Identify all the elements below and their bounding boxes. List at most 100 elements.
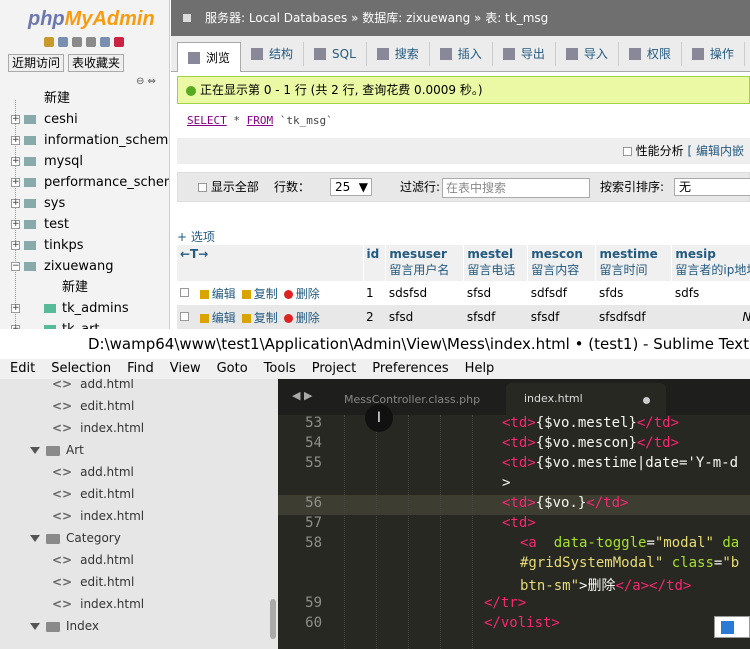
tree-item-label[interactable]: tinkps [44, 235, 84, 256]
expand-icon[interactable]: + [11, 304, 20, 313]
favorite-tables-button[interactable]: 表收藏夹 [68, 54, 125, 72]
expand-icon[interactable]: + [11, 199, 20, 208]
tab-nav-arrows[interactable]: ◀ ▶ [292, 389, 312, 402]
tree-item[interactable]: − zixuewang [0, 256, 169, 277]
tree-item[interactable]: + sys [0, 193, 169, 214]
sidebar-file[interactable]: <> edit.html [52, 483, 134, 505]
pma-logo[interactable]: phpMyAdmin [28, 8, 155, 31]
sidebar-folder[interactable]: Category [30, 527, 121, 549]
tree-item-label[interactable]: performance_schema [44, 172, 169, 193]
menu-project[interactable]: Project [302, 359, 362, 379]
tab-0[interactable]: 浏览 [177, 42, 242, 72]
sidebar-folder[interactable]: Art [30, 439, 84, 461]
copy-link[interactable]: 复制 [241, 311, 278, 325]
sql-keyword-select[interactable]: SELECT [187, 114, 227, 127]
row-checkbox[interactable] [180, 288, 189, 297]
tab-1[interactable]: 结构 [241, 42, 305, 66]
show-all[interactable]: 显示全部 [198, 173, 259, 201]
tree-item-label[interactable]: zixuewang [44, 256, 113, 277]
docs-icon[interactable] [86, 37, 96, 47]
tree-item-label[interactable]: mysql [44, 151, 83, 172]
table-cell[interactable]: 1 [363, 281, 386, 305]
logout-icon[interactable] [58, 37, 68, 47]
edit-link[interactable]: 编辑 [199, 287, 236, 301]
sidebar-file[interactable]: <> index.html [52, 505, 144, 527]
filter-input[interactable]: 在表中搜索 [442, 178, 590, 198]
tree-item[interactable]: +tk_art [0, 319, 169, 329]
help-icon[interactable] [72, 37, 82, 47]
column-header[interactable]: mesip 留言者的ip地址 [671, 245, 750, 281]
delete-link[interactable]: 删除 [283, 287, 320, 301]
table-cell[interactable]: sfsdf [527, 305, 596, 329]
tree-item-label[interactable]: 新建 [62, 277, 88, 298]
menu-edit[interactable]: Edit [0, 359, 41, 379]
show-all-checkbox[interactable] [198, 183, 207, 192]
expand-icon[interactable]: + [11, 241, 20, 250]
table-cell[interactable]: sdfs [671, 281, 750, 305]
menu-help[interactable]: Help [455, 359, 501, 379]
rows-select[interactable]: 25 ▼ [330, 178, 372, 196]
recent-tables-button[interactable]: 近期访问 [8, 54, 65, 72]
tab-3[interactable]: 搜索 [367, 42, 430, 66]
tree-item-label[interactable]: ceshi [44, 109, 78, 130]
tree-item-label[interactable]: sys [44, 193, 65, 214]
tree-item[interactable]: 新建 [0, 88, 169, 109]
sidebar-file[interactable]: <> index.html [52, 593, 144, 615]
sidebar-file[interactable]: <> add.html [52, 461, 134, 483]
sidebar-folder[interactable]: Index [30, 615, 99, 637]
menu-find[interactable]: Find [117, 359, 160, 379]
tree-item-label[interactable]: test [44, 214, 69, 235]
sidebar-file[interactable]: <> edit.html [52, 571, 134, 593]
expand-icon[interactable]: + [11, 136, 20, 145]
table-cell[interactable]: sdsfsd [385, 281, 464, 305]
tab-4[interactable]: 插入 [430, 42, 493, 66]
column-header[interactable]: mesuser 留言用户名 [385, 245, 465, 281]
tab-6[interactable]: 导入 [556, 42, 619, 66]
tree-item[interactable]: + tinkps [0, 235, 169, 256]
tab-7[interactable]: 权限 [619, 42, 682, 66]
tree-item[interactable]: + information_schema [0, 130, 169, 151]
table-cell[interactable]: sfsdf [463, 305, 528, 329]
tab-messcontroller[interactable]: MessController.class.php × [328, 385, 498, 436]
menu-view[interactable]: View [160, 359, 207, 379]
tree-item[interactable]: + test [0, 214, 169, 235]
tree-item[interactable]: + tk_admins [0, 298, 169, 319]
breadcrumb-text[interactable]: 服务器: Local Databases » 数据库: zixuewang » … [205, 11, 548, 25]
menu-preferences[interactable]: Preferences [362, 359, 454, 379]
table-cell[interactable]: sfsdfsdf [595, 305, 672, 329]
tree-item[interactable]: + mysql [0, 151, 169, 172]
table-cell[interactable]: NULL [671, 305, 750, 329]
tree-item-label[interactable]: 新建 [44, 88, 70, 109]
table-cell[interactable]: sfsd [463, 281, 528, 305]
menu-selection[interactable]: Selection [41, 359, 117, 379]
sidebar-file[interactable]: <> index.html [52, 417, 144, 439]
column-name[interactable]: mesip [675, 247, 750, 261]
edit-link[interactable]: 编辑 [199, 311, 236, 325]
expand-icon[interactable]: + [11, 178, 20, 187]
menu-goto[interactable]: Goto [207, 359, 254, 379]
copy-link[interactable]: 复制 [241, 287, 278, 301]
tree-item[interactable]: 新建 [0, 277, 169, 298]
sql-keyword-from[interactable]: FROM [247, 114, 274, 127]
column-arrows[interactable]: ←T→ [177, 245, 364, 281]
sort-select[interactable]: 无 [674, 178, 750, 196]
code-editor[interactable]: 53 54 55 56 57 58 59 60 <td>{$vo.mestel}</td> <… [278, 415, 750, 649]
column-header[interactable]: mestel 留言电话 [463, 245, 529, 281]
column-name[interactable]: mestel [467, 247, 524, 261]
tab-8[interactable]: 操作 [682, 42, 745, 66]
tab-5[interactable]: 导出 [493, 42, 556, 66]
table-cell[interactable]: 2 [363, 305, 386, 329]
collapse-arrow-icon[interactable] [183, 14, 191, 22]
tree-item[interactable]: + performance_schema [0, 172, 169, 193]
settings-icon[interactable] [100, 37, 110, 47]
column-name[interactable]: mestime [599, 247, 668, 261]
table-cell[interactable]: sdfsdf [527, 281, 596, 305]
sidebar-file[interactable]: <> edit.html [52, 395, 134, 417]
column-header[interactable]: mescon 留言内容 [527, 245, 597, 281]
tab-index-html[interactable]: index.html [506, 383, 666, 415]
edit-inline-link[interactable]: [ 编辑内嵌 [688, 144, 745, 158]
unsaved-dot-icon[interactable] [643, 397, 650, 404]
sidebar-file[interactable]: <> add.html [52, 379, 134, 395]
sidebar-file[interactable]: <> add.html [52, 549, 134, 571]
options-link[interactable]: + 选项 [177, 228, 215, 245]
